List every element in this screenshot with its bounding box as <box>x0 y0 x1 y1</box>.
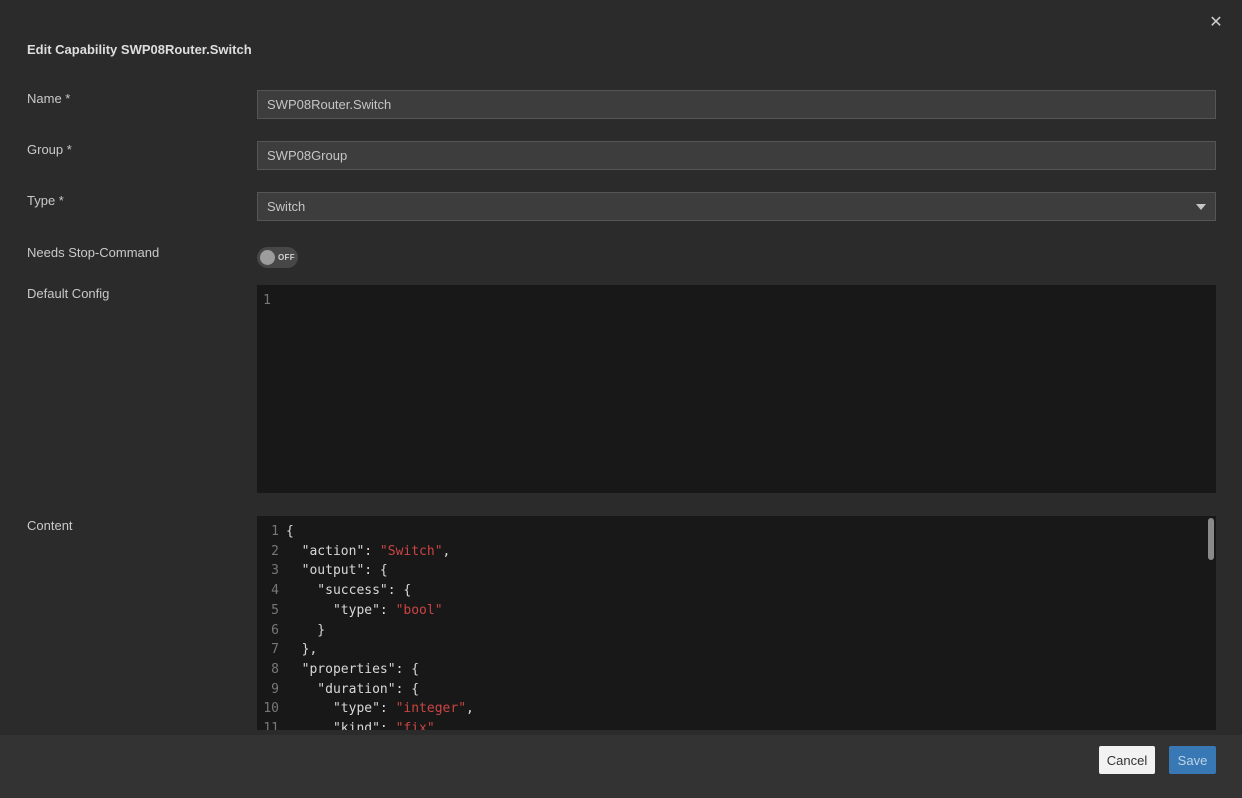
chevron-down-icon <box>1196 204 1206 210</box>
code-text: "kind": "fix" <box>286 719 435 730</box>
code-line: 2 "action": "Switch", <box>257 542 1216 562</box>
type-label: Type * <box>27 193 64 208</box>
content-editor[interactable]: 1{2 "action": "Switch",3 "output": {4 "s… <box>257 516 1216 730</box>
group-label: Group * <box>27 142 72 157</box>
code-text: "type": "integer", <box>286 699 474 719</box>
code-line: 5 "type": "bool" <box>257 601 1216 621</box>
code-line: 8 "properties": { <box>257 660 1216 680</box>
code-line: 1 <box>257 291 1216 311</box>
line-number: 7 <box>257 640 279 660</box>
name-label: Name * <box>27 91 70 106</box>
code-line: 7 }, <box>257 640 1216 660</box>
needs-stop-command-toggle[interactable]: OFF <box>257 247 298 268</box>
code-text: "action": "Switch", <box>286 542 450 562</box>
name-input[interactable] <box>257 90 1216 119</box>
code-text: "output": { <box>286 561 388 581</box>
default-config-label: Default Config <box>27 286 109 301</box>
content-label: Content <box>27 518 73 533</box>
dialog-title: Edit Capability SWP08Router.Switch <box>27 42 252 57</box>
line-number: 1 <box>257 291 271 311</box>
code-text: "type": "bool" <box>286 601 443 621</box>
close-icon[interactable]: ✕ <box>1206 13 1226 33</box>
code-line: 10 "type": "integer", <box>257 699 1216 719</box>
line-number: 9 <box>257 680 279 700</box>
code-text: }, <box>286 640 317 660</box>
group-input[interactable] <box>257 141 1216 170</box>
code-line: 11 "kind": "fix" <box>257 719 1216 730</box>
code-line: 9 "duration": { <box>257 680 1216 700</box>
dialog-footer <box>0 735 1242 798</box>
type-select[interactable]: Switch <box>257 192 1216 221</box>
code-text: { <box>286 522 294 542</box>
default-config-editor[interactable]: 1 <box>257 285 1216 493</box>
code-text: "success": { <box>286 581 411 601</box>
line-number: 11 <box>257 719 279 730</box>
code-text: } <box>286 621 325 641</box>
line-number: 2 <box>257 542 279 562</box>
code-text: "properties": { <box>286 660 419 680</box>
line-number: 4 <box>257 581 279 601</box>
toggle-knob <box>260 250 275 265</box>
type-select-value: Switch <box>267 199 305 214</box>
line-number: 6 <box>257 621 279 641</box>
toggle-state-label: OFF <box>278 253 295 262</box>
save-button[interactable]: Save <box>1169 746 1216 774</box>
line-number: 8 <box>257 660 279 680</box>
editor-scrollbar[interactable] <box>1208 518 1214 560</box>
code-line: 3 "output": { <box>257 561 1216 581</box>
line-number: 10 <box>257 699 279 719</box>
code-line: 6 } <box>257 621 1216 641</box>
line-number: 3 <box>257 561 279 581</box>
code-line: 4 "success": { <box>257 581 1216 601</box>
cancel-button[interactable]: Cancel <box>1099 746 1155 774</box>
code-text: "duration": { <box>286 680 419 700</box>
line-number: 1 <box>257 522 279 542</box>
needs-stop-command-label: Needs Stop-Command <box>27 245 159 260</box>
line-number: 5 <box>257 601 279 621</box>
code-line: 1{ <box>257 522 1216 542</box>
